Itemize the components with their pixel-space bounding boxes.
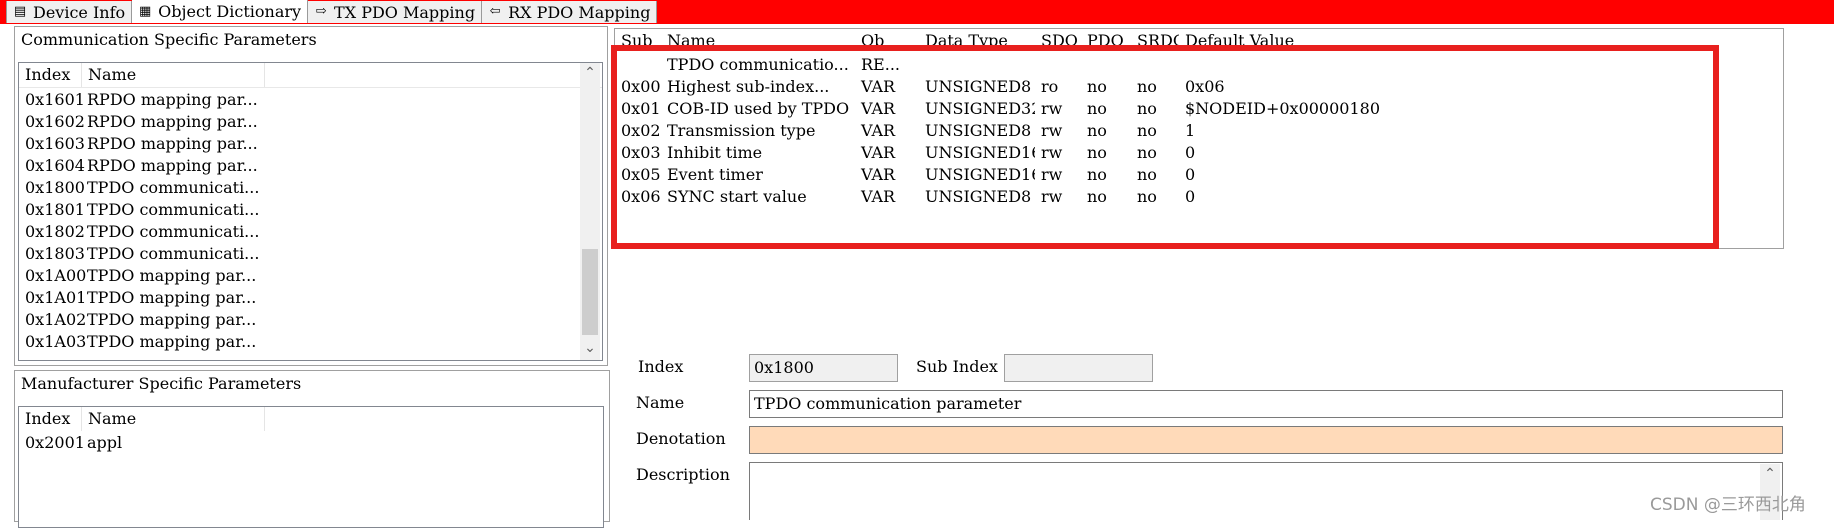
- tab-label: RX PDO Mapping: [508, 2, 651, 22]
- name-label: Name: [636, 393, 685, 412]
- tab-label: Object Dictionary: [158, 2, 302, 21]
- list-item-index: 0x1803: [25, 243, 85, 263]
- tab-label: TX PDO Mapping: [334, 2, 476, 22]
- document-icon: ▤: [13, 4, 27, 19]
- denotation-label: Denotation: [636, 429, 726, 448]
- list-item[interactable]: 0x1602 RPDO mapping par...: [19, 110, 602, 132]
- list-item-index: 0x1603: [25, 133, 85, 153]
- list-item-index: 0x1802: [25, 221, 85, 241]
- watermark: CSDN @三环西北角: [1650, 495, 1806, 515]
- list-item[interactable]: 0x2001 appl: [19, 431, 603, 453]
- list-item-name: RPDO mapping par...: [87, 155, 258, 175]
- description-label: Description: [636, 465, 730, 484]
- tx-arrow-icon: ⇨: [315, 4, 327, 19]
- description-field[interactable]: [749, 462, 1783, 520]
- tab-object-dictionary[interactable]: ▦ Object Dictionary: [132, 0, 309, 23]
- scroll-up-icon[interactable]: ⌃: [1760, 464, 1780, 484]
- list-item-name: TPDO mapping par...: [87, 309, 257, 329]
- list-item-index: 0x1A03: [25, 331, 87, 351]
- dictionary-icon: ▦: [139, 3, 152, 19]
- rx-arrow-icon: ⇦: [489, 4, 501, 19]
- list-item-name: TPDO communicati...: [87, 243, 260, 263]
- scroll-down-icon[interactable]: ⌄: [580, 338, 600, 358]
- vertical-scrollbar[interactable]: ⌃ ⌄: [580, 63, 600, 360]
- index-label: Index: [638, 357, 684, 376]
- tab-strip: ▤ Device Info ▦ Object Dictionary ⇨ TX P…: [0, 0, 658, 24]
- list-item-index: 0x1602: [25, 111, 85, 131]
- list-item[interactable]: 0x1A00 TPDO mapping par...: [19, 264, 602, 286]
- column-header-name[interactable]: Name: [82, 63, 265, 87]
- list-item-name: TPDO mapping par...: [87, 265, 257, 285]
- list-item[interactable]: 0x1801 TPDO communicati...: [19, 198, 602, 220]
- list-item-index: 0x2001: [25, 432, 85, 452]
- list-body: 0x1601 RPDO mapping par... 0x1602 RPDO mapp…: [19, 88, 602, 352]
- column-header-index[interactable]: Index: [19, 63, 82, 87]
- highlight-box: [611, 45, 1719, 249]
- list-item-name: RPDO mapping par...: [87, 89, 258, 109]
- group-title: Communication Specific Parameters: [21, 30, 317, 49]
- list-header: Index Name: [19, 407, 603, 431]
- list-item[interactable]: 0x1802 TPDO communicati...: [19, 220, 602, 242]
- list-header: Index Name: [19, 63, 602, 88]
- communication-params-group: Communication Specific Parameters Index …: [14, 26, 608, 366]
- column-header-name[interactable]: Name: [82, 407, 265, 431]
- list-item-name: appl: [87, 432, 123, 452]
- list-item[interactable]: 0x1800 TPDO communicati...: [19, 176, 602, 198]
- list-item[interactable]: 0x1603 RPDO mapping par...: [19, 132, 602, 154]
- scroll-up-icon[interactable]: ⌃: [580, 63, 600, 83]
- tab-label: Device Info: [33, 2, 126, 22]
- list-item-index: 0x1800: [25, 177, 85, 197]
- tab-rx-pdo-mapping[interactable]: ⇦ RX PDO Mapping: [482, 1, 658, 23]
- list-item[interactable]: 0x1803 TPDO communicati...: [19, 242, 602, 264]
- tab-device-info[interactable]: ▤ Device Info: [6, 1, 133, 23]
- communication-params-list[interactable]: Index Name 0x1601 RPDO mapping par... 0x16…: [18, 62, 603, 361]
- subindex-field[interactable]: [1004, 354, 1153, 382]
- list-item-name: RPDO mapping par...: [87, 111, 258, 131]
- list-item-name: TPDO communicati...: [87, 199, 260, 219]
- denotation-field[interactable]: [749, 426, 1783, 454]
- scrollbar-thumb[interactable]: [582, 249, 598, 335]
- manufacturer-params-list[interactable]: Index Name 0x2001 appl: [18, 406, 604, 528]
- subindex-label: Sub Index: [916, 357, 998, 376]
- list-item[interactable]: 0x1601 RPDO mapping par...: [19, 88, 602, 110]
- list-item-index: 0x1801: [25, 199, 85, 219]
- list-item-index: 0x1A00: [25, 265, 87, 285]
- list-item[interactable]: 0x1604 RPDO mapping par...: [19, 154, 602, 176]
- list-item-name: RPDO mapping par...: [87, 133, 258, 153]
- list-item-index: 0x1A02: [25, 309, 87, 329]
- index-field[interactable]: 0x1800: [749, 354, 898, 382]
- list-item-index: 0x1A01: [25, 287, 87, 307]
- name-field[interactable]: TPDO communication parameter: [749, 390, 1783, 418]
- list-item[interactable]: 0x1A03 TPDO mapping par...: [19, 330, 602, 352]
- column-header-index[interactable]: Index: [19, 407, 82, 431]
- list-item-name: TPDO communicati...: [87, 221, 260, 241]
- manufacturer-params-group: Manufacturer Specific Parameters Index N…: [14, 370, 610, 528]
- list-item-name: TPDO communicati...: [87, 177, 260, 197]
- list-body: 0x2001 appl: [19, 431, 603, 453]
- tab-tx-pdo-mapping[interactable]: ⇨ TX PDO Mapping: [308, 1, 483, 23]
- list-item-index: 0x1604: [25, 155, 85, 175]
- list-item-name: TPDO mapping par...: [87, 331, 257, 351]
- list-item[interactable]: 0x1A02 TPDO mapping par...: [19, 308, 602, 330]
- list-item[interactable]: 0x1A01 TPDO mapping par...: [19, 286, 602, 308]
- list-item-index: 0x1601: [25, 89, 85, 109]
- list-item-name: TPDO mapping par...: [87, 287, 257, 307]
- group-title: Manufacturer Specific Parameters: [21, 374, 302, 393]
